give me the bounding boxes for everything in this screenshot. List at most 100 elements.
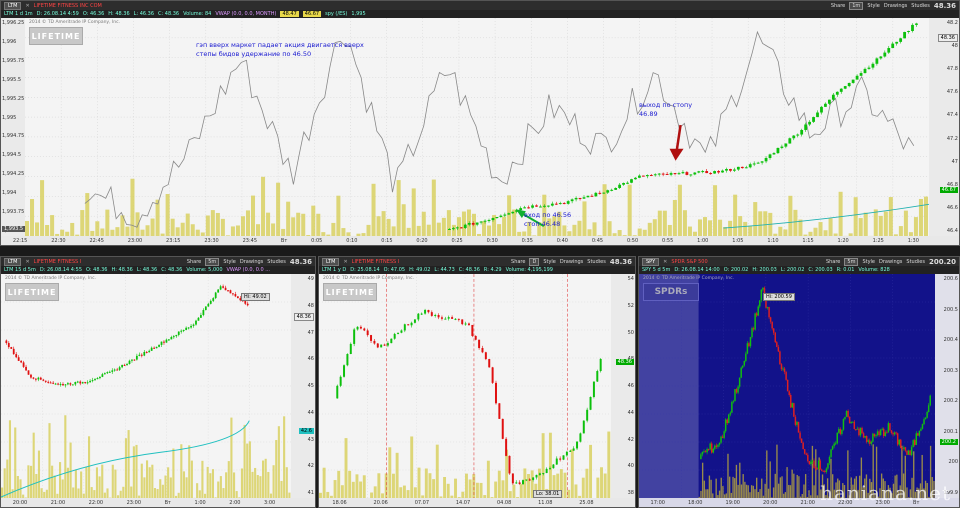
- volume-bar: [205, 215, 210, 236]
- y-tick-label: 200.2: [943, 398, 958, 405]
- close-icon[interactable]: ✕: [663, 259, 667, 265]
- candle: [913, 440, 916, 445]
- candle: [863, 68, 867, 74]
- volume-bar: [14, 427, 17, 498]
- volume-bar: [603, 473, 607, 498]
- p3-quote-range: R: 4.29: [483, 267, 502, 273]
- p4-plot-area[interactable]: [639, 274, 935, 498]
- p3-plot-area[interactable]: [319, 274, 611, 498]
- candle: [474, 335, 477, 340]
- candle: [570, 199, 574, 202]
- p3-right-axis: 545250484644424038: [611, 274, 635, 498]
- share-button[interactable]: Share: [831, 3, 845, 9]
- volume-bar: [344, 438, 348, 498]
- volume-bar: [291, 217, 296, 236]
- candle: [430, 312, 433, 316]
- volume-bar: [161, 484, 164, 498]
- main-plot-area[interactable]: [25, 18, 929, 236]
- volume-bar: [227, 461, 230, 498]
- candle: [503, 214, 507, 216]
- x-tick-label: 22:30: [51, 237, 66, 244]
- x-tick-label: 1:00: [697, 237, 709, 244]
- timeframe-button[interactable]: 1m: [849, 1, 864, 10]
- volume-bar: [359, 481, 363, 498]
- p4-timeframe-button[interactable]: 5m: [844, 257, 859, 266]
- volume-bar: [718, 490, 721, 498]
- candle: [214, 292, 217, 299]
- p4-quote-high: H: 200.03: [752, 267, 777, 273]
- volume-bar: [105, 209, 110, 236]
- close-icon[interactable]: ✕: [25, 259, 29, 265]
- candle: [805, 453, 808, 455]
- x-tick-label: 0:30: [486, 237, 498, 244]
- volume-bar: [454, 478, 457, 498]
- candle: [390, 338, 393, 344]
- studies-button[interactable]: Studies: [911, 3, 930, 9]
- candle: [927, 405, 930, 412]
- volume-bar: [233, 472, 236, 498]
- p2-timeframe-button[interactable]: 5m: [205, 257, 220, 266]
- candle: [519, 208, 523, 211]
- volume-bar: [337, 470, 341, 498]
- candle: [463, 224, 467, 229]
- volume-bar: [64, 415, 67, 498]
- volume-bar: [132, 446, 135, 498]
- volume-bar: [115, 227, 120, 236]
- volume-bar: [246, 443, 249, 498]
- volume-bar: [114, 469, 117, 498]
- volume-bar: [336, 195, 341, 236]
- volume-bar: [753, 202, 758, 236]
- close-icon[interactable]: ✕: [25, 3, 29, 9]
- p2-style-button[interactable]: Style: [223, 259, 236, 265]
- volume-bar: [45, 225, 50, 236]
- candle: [576, 441, 579, 449]
- p3-style-button[interactable]: Style: [543, 259, 556, 265]
- volume-bar: [815, 449, 817, 498]
- p2-symbol-selector[interactable]: LTM: [4, 257, 22, 266]
- volume-bar: [316, 213, 321, 236]
- p4-style-button[interactable]: Style: [862, 259, 875, 265]
- candle: [471, 222, 475, 225]
- candle: [417, 313, 420, 320]
- candle: [229, 290, 232, 294]
- volume-bar: [411, 188, 416, 236]
- x-tick-label: 23:00: [127, 237, 143, 244]
- candle: [42, 379, 45, 381]
- p3-share-button[interactable]: Share: [511, 259, 525, 265]
- volume-bar: [479, 482, 483, 498]
- candle: [424, 309, 427, 314]
- volume-bar: [587, 229, 592, 236]
- p3-quote-high: H: 49.02: [409, 267, 431, 273]
- p4-symbol-selector[interactable]: SPY: [642, 257, 660, 266]
- p3-drawings-button[interactable]: Drawings: [560, 259, 583, 265]
- p4-share-button[interactable]: Share: [826, 259, 840, 265]
- y-tick-label: 1,996.25: [2, 20, 25, 26]
- candle: [52, 382, 55, 384]
- drawings-button[interactable]: Drawings: [884, 3, 907, 9]
- candle: [895, 432, 897, 434]
- candle: [232, 293, 234, 295]
- volume-bar: [384, 473, 388, 498]
- volume-bar: [772, 487, 775, 498]
- volume-bar: [27, 465, 30, 498]
- symbol-selector[interactable]: LTM: [4, 1, 22, 10]
- candle: [865, 436, 868, 442]
- p2-studies-button[interactable]: Studies: [267, 259, 286, 265]
- p3-studies-button[interactable]: Studies: [587, 259, 606, 265]
- p4-studies-button[interactable]: Studies: [906, 259, 925, 265]
- close-icon[interactable]: ✕: [343, 259, 347, 265]
- candle: [522, 480, 524, 485]
- candle: [685, 172, 689, 175]
- p3-symbol-selector[interactable]: LTM: [322, 257, 340, 266]
- p4-drawings-button[interactable]: Drawings: [879, 259, 902, 265]
- style-button[interactable]: Style: [867, 3, 880, 9]
- p3-timeframe-button[interactable]: D: [529, 257, 540, 266]
- candle: [827, 99, 831, 104]
- x-tick-label: 0:40: [556, 237, 568, 244]
- x-tick-label: 22:45: [89, 237, 104, 244]
- volume-bar: [863, 212, 868, 236]
- p2-plot-area[interactable]: [1, 274, 291, 498]
- p2-drawings-button[interactable]: Drawings: [240, 259, 263, 265]
- p2-share-button[interactable]: Share: [187, 259, 201, 265]
- candle: [483, 220, 487, 222]
